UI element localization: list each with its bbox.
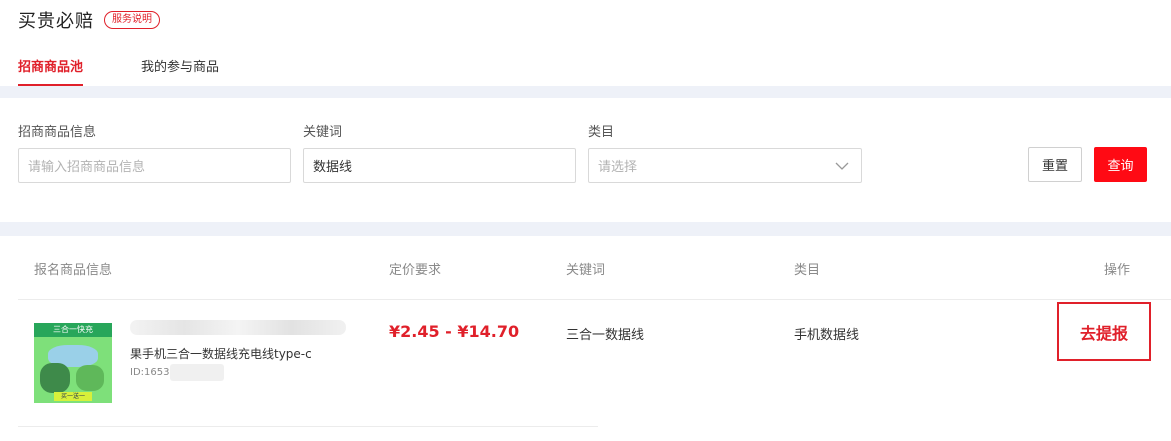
column-header-product: 报名商品信息 — [34, 263, 113, 278]
tab-recruitment-pool[interactable]: 招商商品池 — [18, 56, 84, 86]
tab-bar: 招商商品池 我的参与商品 — [18, 56, 277, 86]
page-header: 买贵必赔 服务说明 — [18, 6, 160, 34]
keyword-input[interactable]: 数据线 — [303, 148, 576, 183]
redacted-id — [170, 364, 224, 381]
reset-button[interactable]: 重置 — [1028, 147, 1082, 182]
service-description-badge[interactable]: 服务说明 — [104, 11, 160, 29]
category-select-placeholder: 请选择 — [598, 160, 638, 175]
column-header-keyword: 关键词 — [566, 263, 606, 278]
tab-my-products[interactable]: 我的参与商品 — [141, 56, 219, 84]
price-requirement: ¥2.45 - ¥14.70 — [389, 322, 520, 341]
section-divider — [0, 222, 1171, 236]
thumbnail-tag: 买一送一 — [54, 392, 92, 401]
column-header-category: 类目 — [794, 263, 821, 278]
page-title: 买贵必赔 — [18, 11, 94, 32]
section-divider — [0, 86, 1171, 98]
product-info-input[interactable]: 请输入招商商品信息 — [18, 148, 291, 183]
category-label: 类目 — [588, 125, 615, 140]
column-header-price: 定价要求 — [389, 263, 442, 278]
row-keyword: 三合一数据线 — [566, 328, 645, 343]
thumbnail-graphic — [40, 363, 70, 393]
product-id: ID:1653 — [130, 367, 170, 378]
product-thumbnail: 三合一快充 买一送一 — [34, 323, 112, 403]
column-header-action: 操作 — [1104, 263, 1131, 278]
chevron-down-icon — [835, 162, 849, 170]
keyword-label: 关键词 — [303, 125, 343, 140]
table-header-divider — [18, 299, 1171, 300]
query-button[interactable]: 查询 — [1094, 147, 1147, 182]
table-row-divider — [18, 426, 598, 427]
category-select[interactable]: 请选择 — [588, 148, 862, 183]
submit-report-button[interactable]: 去提报 — [1057, 302, 1151, 361]
redacted-title-line — [130, 320, 346, 335]
product-info-label: 招商商品信息 — [18, 125, 97, 140]
product-title: 果手机三合一数据线充电线type-c — [130, 347, 312, 361]
row-category: 手机数据线 — [794, 328, 860, 343]
thumbnail-banner: 三合一快充 — [34, 323, 112, 337]
thumbnail-graphic — [76, 365, 104, 391]
